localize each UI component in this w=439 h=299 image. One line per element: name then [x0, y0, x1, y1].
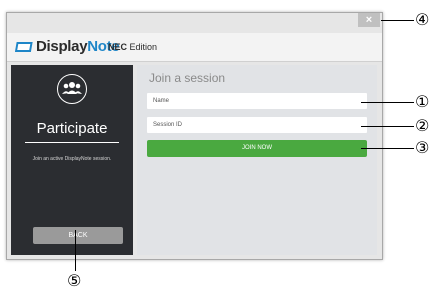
- callout-line-3: [361, 148, 414, 149]
- join-session-panel: Join a session Name Session ID JOIN NOW: [137, 65, 377, 255]
- panel-divider: [25, 142, 119, 143]
- app-header: DisplayNote NEC Edition: [7, 33, 382, 62]
- session-id-input[interactable]: Session ID: [147, 117, 367, 133]
- callout-4: ④: [415, 10, 430, 29]
- join-session-title: Join a session: [149, 71, 226, 85]
- participants-group-icon: [57, 74, 87, 104]
- callout-3: ③: [415, 138, 430, 157]
- brand-edition-text: Edition: [127, 42, 158, 52]
- join-now-button[interactable]: JOIN NOW: [147, 140, 367, 157]
- name-input[interactable]: Name: [147, 93, 367, 109]
- panel-subtitle: Join an active DisplayNote session.: [32, 156, 112, 162]
- brand-edition: NEC Edition: [108, 42, 157, 52]
- app-window: × DisplayNote NEC Edition Participate Jo…: [6, 12, 383, 260]
- close-button[interactable]: ×: [358, 13, 380, 27]
- participate-panel: Participate Join an active DisplayNote s…: [11, 65, 133, 255]
- callout-line-4: [381, 20, 414, 21]
- brand-logo: DisplayNote: [36, 38, 120, 55]
- callout-2: ②: [415, 116, 430, 135]
- panel-title: Participate: [36, 120, 108, 137]
- callout-1: ①: [415, 92, 430, 111]
- brand-nec-text: NEC: [108, 42, 128, 52]
- callout-5: ⑤: [67, 271, 82, 290]
- back-button[interactable]: BACK: [33, 227, 123, 244]
- callout-line-5: [75, 230, 76, 271]
- callout-line-1: [361, 102, 414, 103]
- callout-line-2: [361, 126, 414, 127]
- brand-display: Display: [36, 38, 88, 55]
- displaynote-logo-icon: [15, 42, 33, 52]
